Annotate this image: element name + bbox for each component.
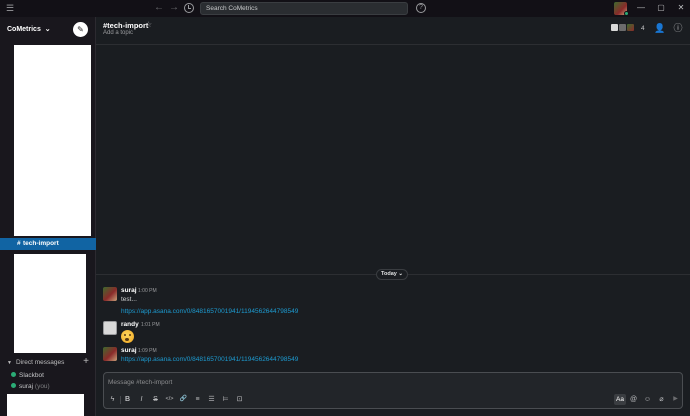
avatar[interactable] <box>103 347 117 361</box>
direct-messages-header[interactable]: ▼ Direct messages + <box>7 357 89 368</box>
formatting-toggle-icon[interactable]: Aa <box>614 394 626 405</box>
ordered-list-icon[interactable]: ≡ <box>192 394 203 405</box>
dm-label: suraj <box>19 383 34 390</box>
code-icon[interactable]: </> <box>164 394 175 405</box>
day-divider[interactable]: Today ⌄ <box>376 269 408 280</box>
compose-icon[interactable]: ✎ <box>73 22 88 37</box>
message-text: test... <box>121 296 137 303</box>
history-icon[interactable] <box>184 3 194 13</box>
sidebar: CoMetrics ⌄ ✎ # tech-import ▼ Direct mess… <box>0 17 96 416</box>
channel-topic[interactable]: Add a topic <box>103 30 133 36</box>
workspace-menu[interactable]: CoMetrics ⌄ <box>7 25 51 33</box>
sidebar-item-tech-import[interactable]: # tech-import <box>0 238 96 250</box>
caret-down-icon: ▼ <box>7 360 12 366</box>
message-author[interactable]: randy <box>121 321 139 328</box>
presence-icon <box>11 383 16 388</box>
help-icon[interactable]: ? <box>416 3 426 13</box>
redacted-block <box>14 254 86 353</box>
strikethrough-icon[interactable]: S <box>150 394 161 405</box>
chevron-down-icon: ⌄ <box>398 271 403 277</box>
bullet-list-icon[interactable]: ☰ <box>206 394 217 405</box>
redacted-block <box>14 45 91 236</box>
workspace-name: CoMetrics <box>7 26 41 33</box>
maximize-button[interactable]: ▢ <box>656 3 666 13</box>
chevron-down-icon: ⌄ <box>44 26 51 33</box>
hash-icon: # <box>17 240 21 247</box>
shortcuts-icon[interactable]: ϟ <box>107 394 118 405</box>
dm-header-label: Direct messages <box>15 359 65 366</box>
member-count[interactable]: 4 <box>641 25 645 32</box>
hamburger-menu-icon[interactable]: ☰ <box>6 3 16 13</box>
star-icon[interactable]: ☆ <box>145 20 152 29</box>
search-bar[interactable]: Search CoMetrics <box>200 2 408 15</box>
presence-icon <box>11 372 16 377</box>
bold-icon[interactable]: B <box>122 394 133 405</box>
dm-you-label: (you) <box>34 383 50 390</box>
close-button[interactable]: ✕ <box>676 3 686 13</box>
member-avatar[interactable] <box>626 23 635 32</box>
title-bar: ☰ ← → Search CoMetrics ? — ▢ ✕ <box>0 0 690 17</box>
sidebar-item-suraj[interactable]: suraj (you) <box>11 382 50 391</box>
attach-icon[interactable]: ⌀ <box>656 394 667 405</box>
message-time[interactable]: 1:09 PM <box>138 348 157 354</box>
message-time[interactable]: 1:00 PM <box>138 288 157 294</box>
message-link[interactable]: https://app.asana.com/0/848165700194​1/1… <box>121 308 298 315</box>
redacted-block <box>7 394 84 416</box>
presence-indicator <box>624 11 629 16</box>
message-author[interactable]: suraj <box>121 287 137 294</box>
avatar[interactable] <box>103 287 117 301</box>
message-composer: ϟ B I S </> 🔗 ≡ ☰ ⊨ ⊡ Aa @ ☺ ⌀ ▶ <box>103 372 683 409</box>
day-label: Today <box>381 271 397 277</box>
dm-label: Slackbot <box>19 372 44 379</box>
astonished-face-icon <box>121 330 134 343</box>
emoji-icon[interactable]: ☺ <box>642 394 653 405</box>
message-input[interactable] <box>108 376 668 388</box>
send-icon[interactable]: ▶ <box>670 394 681 405</box>
italic-icon[interactable]: I <box>136 394 147 405</box>
channel-title[interactable]: #tech-import <box>103 21 148 30</box>
message-author[interactable]: suraj <box>121 347 137 354</box>
forward-arrow-icon[interactable]: → <box>169 2 179 14</box>
blockquote-icon[interactable]: ⊨ <box>220 394 231 405</box>
info-icon[interactable]: ⓘ <box>672 22 684 34</box>
sidebar-item-slackbot[interactable]: Slackbot <box>11 371 44 380</box>
minimize-button[interactable]: — <box>636 3 646 13</box>
header-divider <box>96 44 690 45</box>
link-icon[interactable]: 🔗 <box>178 394 189 405</box>
mention-icon[interactable]: @ <box>628 394 639 405</box>
add-member-icon[interactable]: 👤 <box>654 22 666 34</box>
avatar[interactable] <box>103 321 117 335</box>
channel-view: #tech-import ☆ Add a topic 4 👤 ⓘ Today ⌄… <box>96 17 690 416</box>
code-block-icon[interactable]: ⊡ <box>234 394 245 405</box>
toolbar-divider <box>120 396 121 404</box>
message-link[interactable]: https://app.asana.com/0/848165700194​1/1… <box>121 356 298 363</box>
sidebar-item-label: tech-import <box>23 240 59 247</box>
message-time[interactable]: 1:01 PM <box>141 322 160 328</box>
add-dm-icon[interactable]: + <box>83 357 89 367</box>
back-arrow-icon[interactable]: ← <box>154 2 164 14</box>
